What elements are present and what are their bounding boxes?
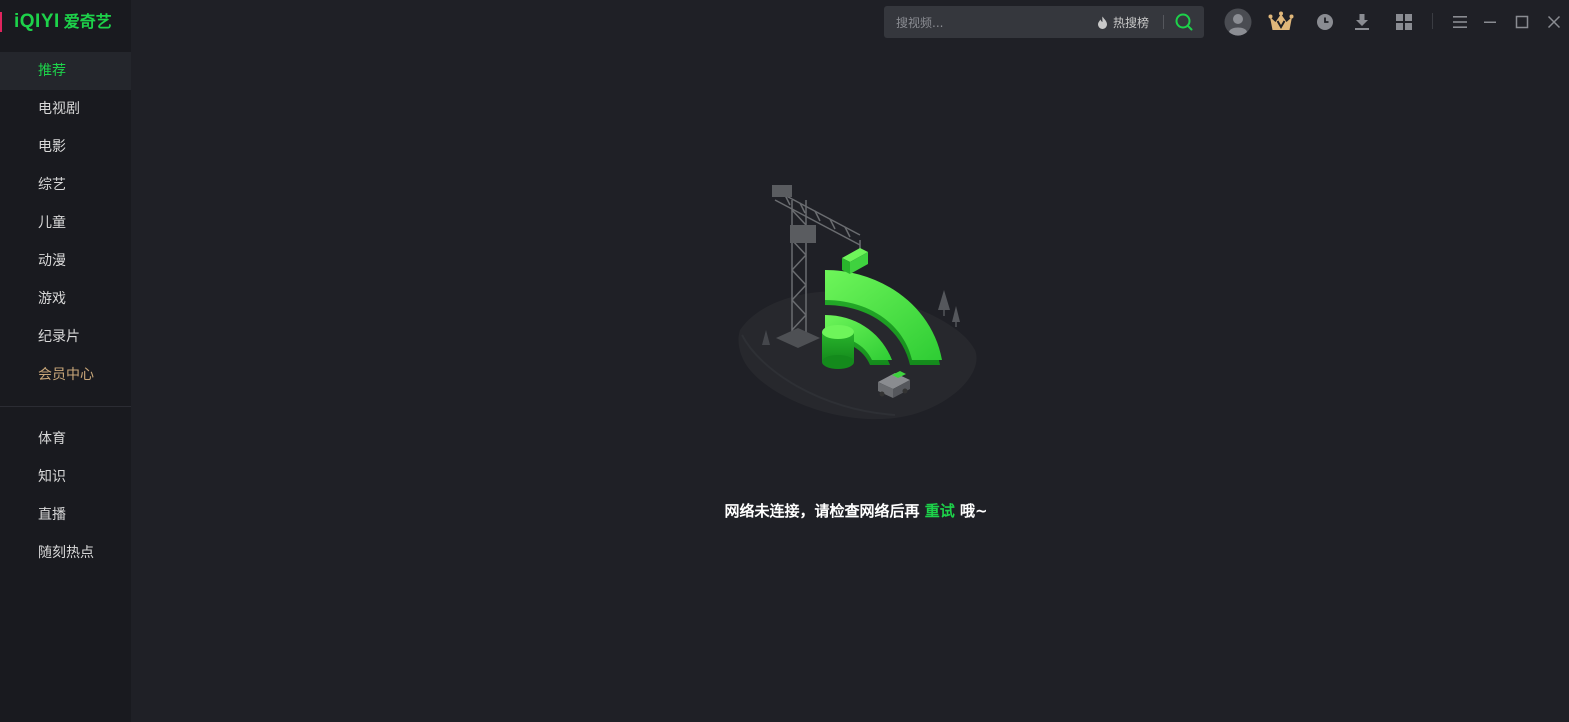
sidebar-item-documentary[interactable]: 纪录片	[0, 318, 131, 356]
hot-search-button[interactable]: 热搜榜	[1097, 6, 1149, 38]
maximize-icon	[1515, 15, 1529, 29]
logo-cn: 爱奇艺	[63, 12, 112, 31]
sidebar-item-recommend[interactable]: 推荐	[0, 52, 131, 90]
vip-crown-icon	[1268, 11, 1294, 30]
search-button[interactable]	[1173, 11, 1195, 33]
no-network-illustration	[738, 185, 977, 420]
error-text: 网络未连接，请检查网络后再	[724, 502, 920, 520]
avatar[interactable]	[1223, 7, 1253, 37]
sidebar-item-games[interactable]: 游戏	[0, 280, 131, 318]
apps-grid-button[interactable]	[1389, 7, 1419, 37]
menu-button[interactable]	[1445, 7, 1475, 37]
flame-icon	[1098, 16, 1107, 29]
hanging-block	[842, 248, 868, 274]
sidebar-item-movie[interactable]: 电影	[0, 128, 131, 166]
sidebar-item-hot-moments[interactable]: 随刻热点	[0, 534, 131, 572]
sidebar-item-kids[interactable]: 儿童	[0, 204, 131, 242]
apps-grid-icon	[1396, 14, 1412, 30]
minimize-button[interactable]	[1475, 7, 1505, 37]
hot-search-label: 热搜榜	[1113, 15, 1150, 30]
download-icon	[1355, 14, 1369, 30]
close-icon	[1547, 15, 1561, 29]
menu-icon	[1453, 16, 1467, 28]
vip-crown-button[interactable]	[1266, 7, 1296, 37]
sidebar-item-knowledge[interactable]: 知识	[0, 458, 131, 496]
logo-text: iQIYI	[14, 11, 60, 32]
wifi-signal-shape	[822, 270, 942, 369]
sidebar-item-tv[interactable]: 电视剧	[0, 90, 131, 128]
sidebar: iQIYI 爱奇艺 推荐 电视剧 电影 综艺 儿童 动漫 游戏 纪录片 会员中心…	[0, 0, 131, 722]
search-input[interactable]	[894, 6, 1088, 40]
maximize-button[interactable]	[1507, 7, 1537, 37]
crane-counterweight	[772, 185, 792, 197]
search-divider	[1163, 15, 1164, 29]
sidebar-divider	[0, 406, 131, 407]
retry-link[interactable]: 重试	[925, 502, 955, 520]
sidebar-nav: 推荐 电视剧 电影 综艺 儿童 动漫 游戏 纪录片 会员中心 体育 知识 直播 …	[0, 52, 131, 572]
download-button[interactable]	[1347, 7, 1377, 37]
history-icon	[1317, 14, 1333, 30]
search-icon	[1175, 13, 1193, 31]
error-suffix: 哦~	[959, 502, 988, 520]
search-bar: 热搜榜	[884, 6, 1204, 40]
app-logo[interactable]: iQIYI 爱奇艺	[14, 10, 112, 34]
edge-accent	[0, 12, 2, 32]
toolbar-divider	[1432, 13, 1433, 29]
sidebar-item-anime[interactable]: 动漫	[0, 242, 131, 280]
network-error-message: 网络未连接，请检查网络后再 重试 哦~	[0, 500, 1569, 521]
sidebar-item-sports[interactable]: 体育	[0, 420, 131, 458]
history-button[interactable]	[1310, 7, 1340, 37]
avatar-icon	[1224, 8, 1252, 36]
crane-cab	[790, 225, 816, 243]
sidebar-item-vip-center[interactable]: 会员中心	[0, 356, 131, 394]
close-button[interactable]	[1539, 7, 1569, 37]
minimize-icon	[1484, 21, 1496, 23]
sidebar-item-variety[interactable]: 综艺	[0, 166, 131, 204]
